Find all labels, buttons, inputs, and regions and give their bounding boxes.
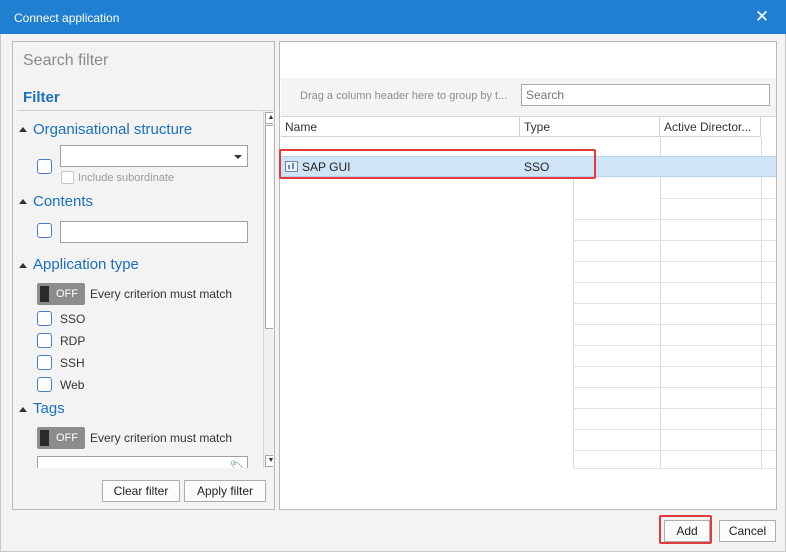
section-app-type-title[interactable]: Application type xyxy=(33,256,139,273)
toggle-knob xyxy=(40,286,49,302)
group-by-area[interactable]: Drag a column header here to group by t.… xyxy=(281,78,776,117)
app-type-match-toggle[interactable]: OFF xyxy=(37,283,85,305)
grid-row-line xyxy=(573,345,776,346)
ssh-label: SSH xyxy=(60,356,85,370)
web-checkbox[interactable] xyxy=(37,377,52,392)
section-contents-title[interactable]: Contents xyxy=(33,193,93,210)
app-type-match-label: Every criterion must match xyxy=(90,287,233,301)
org-structure-dropdown[interactable] xyxy=(60,145,248,167)
title-bar: Connect application ✕ xyxy=(0,0,786,34)
column-header-active-directory[interactable]: Active Director... xyxy=(660,117,761,137)
grid-row-line xyxy=(573,408,776,409)
grid-row-line xyxy=(573,261,776,262)
apply-filter-button[interactable]: Apply filter xyxy=(184,480,266,502)
rdp-label: RDP xyxy=(60,334,86,348)
toggle-state-label: OFF xyxy=(56,288,78,300)
grid-divider xyxy=(573,178,574,468)
grid-row-line xyxy=(573,450,776,451)
toggle-knob xyxy=(40,430,49,446)
contents-checkbox[interactable] xyxy=(37,223,52,238)
collapse-triangle-icon[interactable] xyxy=(19,199,27,204)
column-header-type[interactable]: Type xyxy=(520,117,660,137)
sso-checkbox[interactable] xyxy=(37,311,52,326)
close-icon[interactable]: ✕ xyxy=(750,6,774,28)
search-filter-input[interactable]: Search filter xyxy=(23,52,108,70)
grid-row-line xyxy=(573,240,776,241)
grid-row-line xyxy=(573,366,776,367)
org-structure-checkbox[interactable] xyxy=(37,159,52,174)
toggle-state-label: OFF xyxy=(56,432,78,444)
grid-row-line xyxy=(573,429,776,430)
section-tags-title[interactable]: Tags xyxy=(33,400,65,417)
grid-row-line xyxy=(573,219,776,220)
clear-filter-button[interactable]: Clear filter xyxy=(102,480,180,502)
contents-field[interactable] xyxy=(60,221,248,243)
tag-icon: 🏷 xyxy=(230,461,244,468)
tags-match-label: Every criterion must match xyxy=(90,431,233,445)
window-title: Connect application xyxy=(14,11,120,25)
highlight-annotation xyxy=(279,149,596,179)
collapse-triangle-icon[interactable] xyxy=(19,127,27,132)
grid-row-line xyxy=(573,387,776,388)
grid-row-line xyxy=(573,468,776,469)
grid-row-line xyxy=(573,303,776,304)
filter-panel: Search filter Filter Organisational stru… xyxy=(12,41,275,510)
include-subordinate-checkbox[interactable] xyxy=(61,171,74,184)
cancel-button[interactable]: Cancel xyxy=(719,520,776,542)
chevron-down-icon xyxy=(234,155,242,159)
collapse-triangle-icon[interactable] xyxy=(19,263,27,268)
grid-panel: Drag a column header here to group by t.… xyxy=(279,41,777,510)
grid-row-line xyxy=(573,282,776,283)
scroll-down-icon[interactable]: ▼ xyxy=(265,455,273,467)
grid-row-line xyxy=(660,198,776,199)
grid-row-line xyxy=(573,324,776,325)
rdp-checkbox[interactable] xyxy=(37,333,52,348)
collapse-triangle-icon[interactable] xyxy=(19,407,27,412)
ssh-checkbox[interactable] xyxy=(37,355,52,370)
filter-heading: Filter xyxy=(23,89,60,106)
scroll-up-icon[interactable]: ▲ xyxy=(265,112,273,124)
filter-scrollbar[interactable]: ▲ ▼ xyxy=(263,111,273,468)
grid-search-input[interactable] xyxy=(521,84,770,106)
web-label: Web xyxy=(60,378,85,392)
filter-scroll-area: Organisational structure Include subordi… xyxy=(17,110,273,468)
include-subordinate-label: Include subordinate xyxy=(78,172,175,184)
column-header-name[interactable]: Name xyxy=(281,117,520,137)
sso-label: SSO xyxy=(60,312,86,326)
group-by-hint: Drag a column header here to group by t.… xyxy=(300,90,508,102)
scroll-thumb[interactable] xyxy=(265,125,273,329)
highlight-annotation xyxy=(659,515,712,544)
tags-field[interactable]: 🏷 xyxy=(37,456,248,468)
tags-match-toggle[interactable]: OFF xyxy=(37,427,85,449)
grid-search-field[interactable] xyxy=(522,85,769,105)
section-org-structure-title[interactable]: Organisational structure xyxy=(33,121,192,138)
